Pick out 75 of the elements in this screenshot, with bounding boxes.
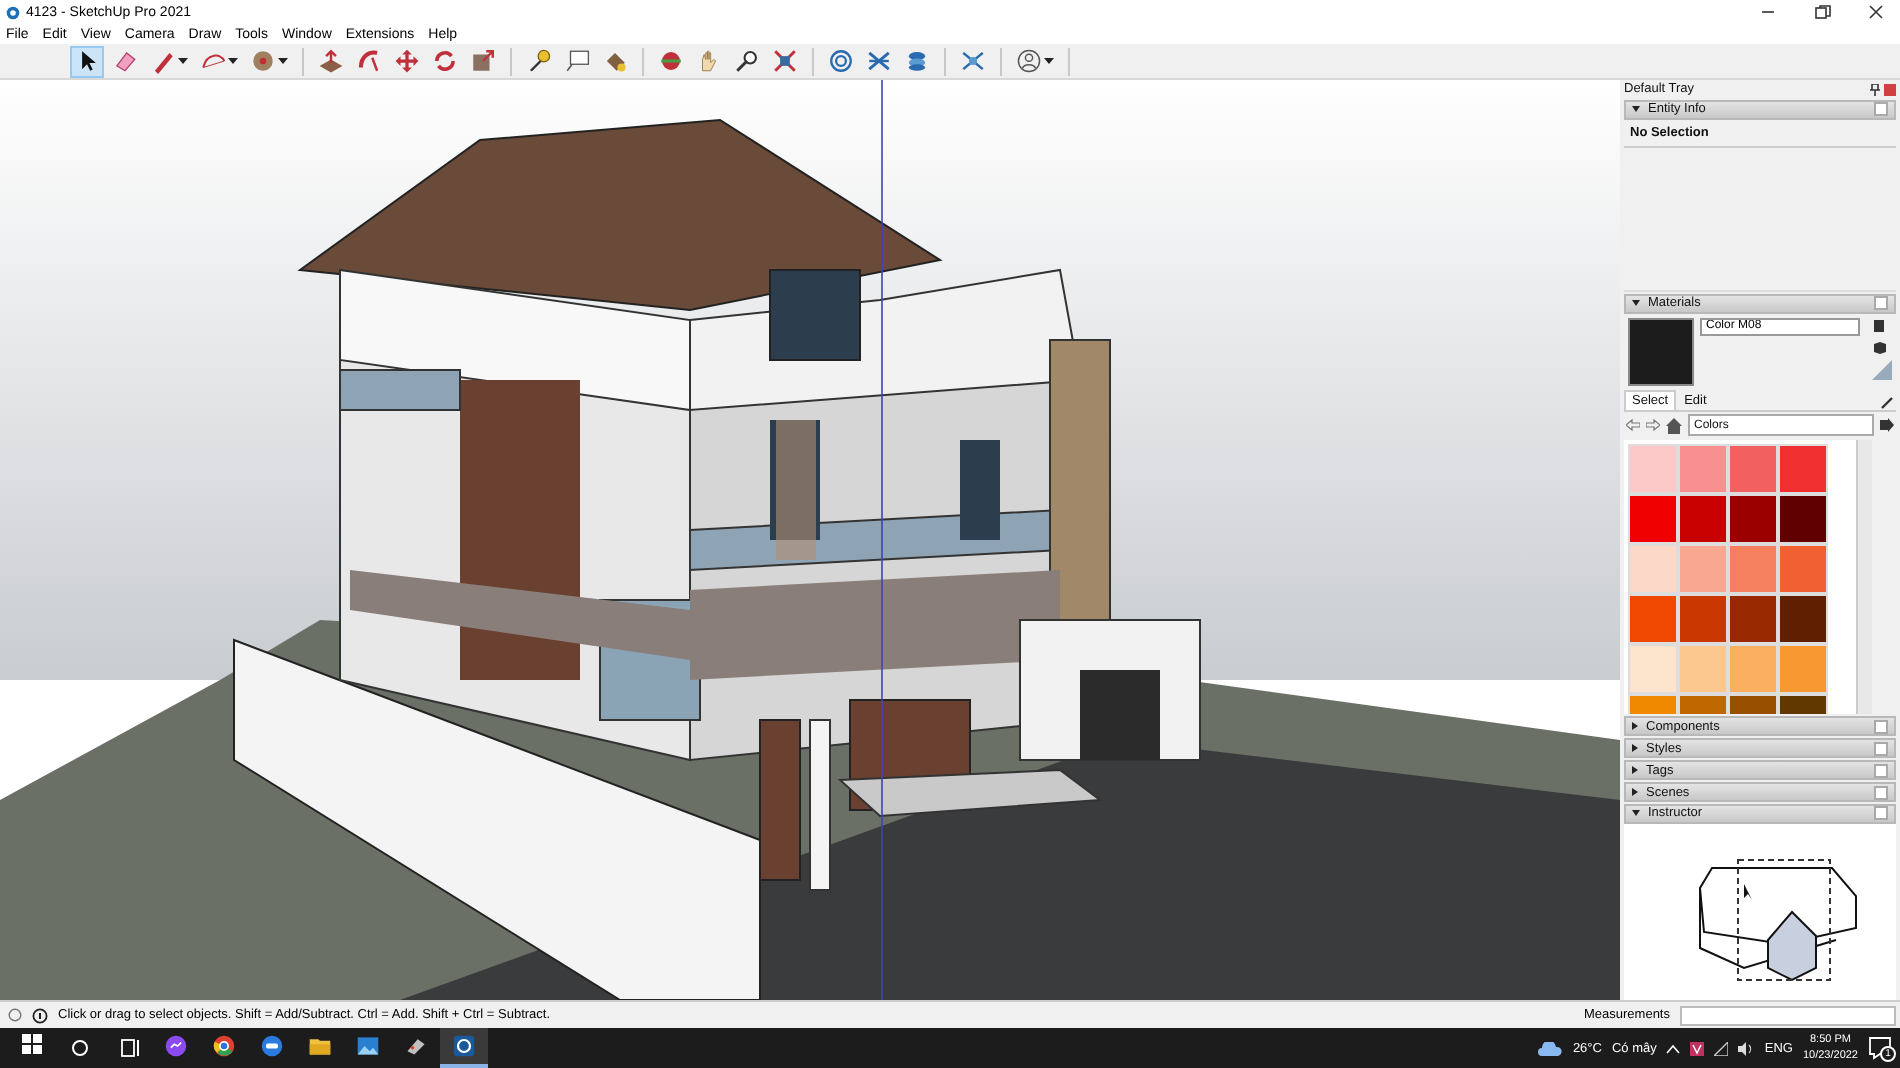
color-swatch[interactable] (1730, 545, 1776, 592)
color-swatch[interactable] (1730, 445, 1776, 492)
user-icon (1016, 48, 1042, 74)
color-swatch[interactable] (1630, 595, 1676, 642)
follow-me-icon (356, 48, 382, 74)
caret-icon[interactable] (178, 57, 188, 65)
color-swatch[interactable] (1680, 495, 1726, 542)
folder-icon (308, 1034, 332, 1058)
color-swatch[interactable] (1780, 595, 1826, 642)
material-preview (1628, 317, 1694, 386)
caret-icon[interactable] (278, 57, 288, 65)
app-tray-icon[interactable] (1690, 1041, 1705, 1055)
home-icon[interactable] (1666, 417, 1682, 434)
messenger-icon (164, 1034, 188, 1058)
layers-icon (904, 48, 930, 74)
tape-measure-icon (526, 48, 552, 74)
measurements-field[interactable] (1680, 1005, 1896, 1025)
back-icon[interactable] (1626, 418, 1640, 433)
notification-icon[interactable] (1868, 1036, 1892, 1060)
eraser-icon (112, 48, 138, 74)
sketchup-icon (452, 1034, 476, 1058)
scale-icon (470, 48, 496, 74)
color-swatch[interactable] (1630, 445, 1676, 492)
color-swatch[interactable] (1630, 545, 1676, 592)
color-swatch[interactable] (1730, 495, 1776, 542)
details-icon[interactable] (1880, 418, 1894, 433)
text-icon (564, 48, 590, 74)
tool-button[interactable] (70, 45, 104, 77)
network-icon[interactable] (1714, 1041, 1729, 1055)
pencil-icon (150, 48, 176, 74)
color-swatch[interactable] (1730, 645, 1776, 692)
image-icon (356, 1034, 380, 1058)
color-swatch[interactable] (1780, 545, 1826, 592)
orbit-icon (658, 48, 684, 74)
color-swatch[interactable] (1780, 495, 1826, 542)
circle-icon (250, 48, 276, 74)
palette-icon (404, 1034, 428, 1058)
zoom-extents-icon (772, 48, 798, 74)
color-swatch[interactable] (1680, 545, 1726, 592)
color-swatch[interactable] (1780, 445, 1826, 492)
caret-icon[interactable] (1044, 57, 1054, 65)
zoom-icon (734, 48, 760, 74)
color-swatch[interactable] (1630, 645, 1676, 692)
color-swatch[interactable] (1680, 645, 1726, 692)
hand-icon (696, 48, 722, 74)
rotate-icon (432, 48, 458, 74)
triangle-icon (1872, 359, 1892, 380)
pin-icon[interactable] (1870, 83, 1880, 96)
move-arrows-icon (394, 48, 420, 74)
color-swatch[interactable] (1730, 595, 1776, 642)
help-icon[interactable] (8, 1008, 22, 1022)
taskbar-app-button[interactable] (440, 1028, 488, 1068)
network-icon (960, 48, 986, 74)
forward-icon[interactable] (1646, 418, 1660, 433)
push-pull-icon (318, 48, 344, 74)
create-material-icon[interactable] (1872, 317, 1886, 334)
color-swatch[interactable] (1630, 495, 1676, 542)
cube-icon[interactable] (1872, 339, 1888, 354)
speaker-icon[interactable] (1738, 1041, 1755, 1055)
tool-button[interactable] (1012, 45, 1058, 77)
eyedropper-icon[interactable] (1880, 393, 1896, 410)
chrome-icon (212, 1034, 236, 1058)
extension-icon (866, 48, 892, 74)
info-icon[interactable] (32, 1007, 48, 1023)
app-logo-icon (6, 5, 20, 19)
color-swatch[interactable] (1680, 445, 1726, 492)
caret-icon[interactable] (228, 57, 238, 65)
scrollbar[interactable] (1856, 439, 1872, 715)
color-swatch[interactable] (1680, 595, 1726, 642)
chat-icon (260, 1034, 284, 1058)
paint-bucket-icon (602, 48, 628, 74)
color-swatch[interactable] (1780, 645, 1826, 692)
warehouse-icon (828, 48, 854, 74)
chevron-up-icon[interactable] (1666, 1043, 1681, 1053)
cloud-icon (1538, 1041, 1563, 1055)
